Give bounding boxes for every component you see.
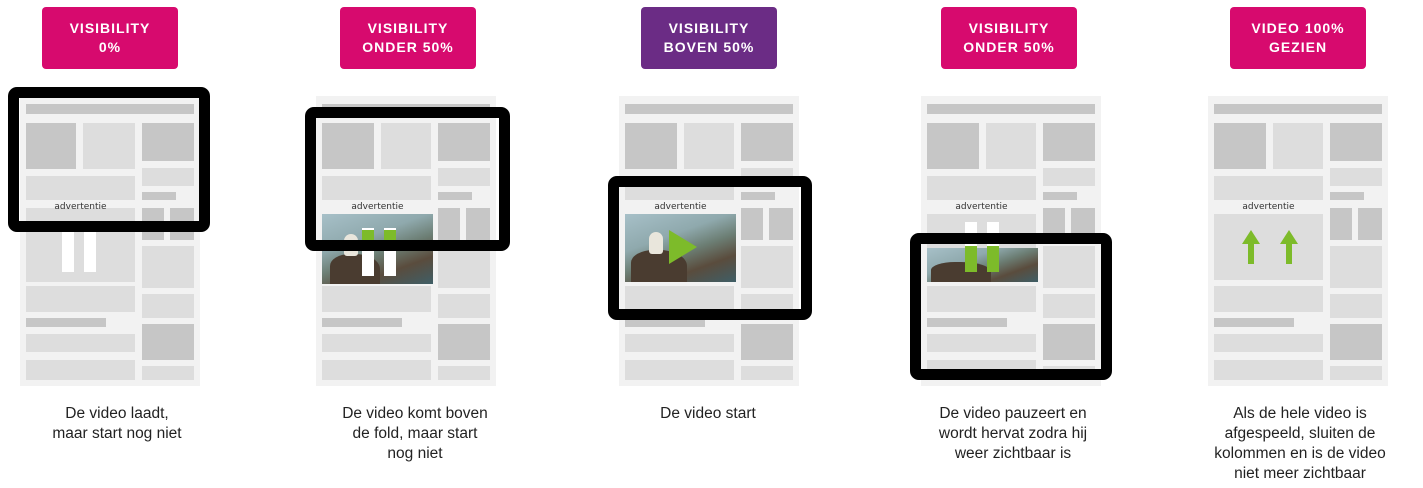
content-block [986,123,1036,169]
header-bar [625,104,793,114]
viewport-frame [910,233,1112,380]
caption-line: De video komt boven [342,405,488,422]
content-block [1043,192,1077,200]
content-block [1273,123,1323,169]
step3-badge: VISIBILITY BOVEN 50% [641,7,777,69]
content-block [741,324,793,360]
content-block [142,294,194,318]
content-block [142,366,194,380]
pause-icon-bar [84,228,96,272]
step2-badge: VISIBILITY ONDER 50% [340,7,476,69]
content-block [322,334,431,352]
content-block [1330,168,1382,186]
content-block [625,123,677,169]
arrow-up-icon [1280,230,1298,264]
content-block [142,246,194,288]
step3-badge-line1: VISIBILITY [668,20,750,36]
content-block [1214,360,1323,380]
step1-badge-line1: VISIBILITY [69,20,151,36]
step5-caption: Als de hele video is afgespeeld, sluiten… [1185,404,1415,484]
caption-line: wordt hervat zodra hij [938,425,1088,442]
caption-line: De video start [660,405,756,422]
header-bar [927,104,1095,114]
caption-line: Als de hele video is [1233,405,1367,422]
content-block [26,360,135,380]
caption-line: De video pauzeert en [939,405,1087,422]
step5-badge-line2: GEZIEN [1268,39,1328,55]
content-block [1330,366,1382,380]
step5-badge-line1: VIDEO 100% [1251,20,1345,36]
content-block [1043,123,1095,161]
content-block [1214,334,1323,352]
content-block [1043,168,1095,186]
content-block [1214,318,1294,327]
caption-line: weer zichtbaar is [954,445,1072,462]
step5-page-mockup: advertentie [1208,96,1388,386]
step2-badge-line2: ONDER 50% [362,39,454,55]
content-block [684,123,734,169]
step2-caption: De video komt boven de fold, maar start … [305,404,525,464]
content-block [1330,246,1382,288]
caption-line: afgespeeld, sluiten de [1224,425,1376,442]
content-block [1330,324,1382,360]
step5-badge: VIDEO 100% GEZIEN [1230,7,1366,69]
content-block [438,324,490,360]
step4-caption: De video pauzeert en wordt hervat zodra … [903,404,1123,464]
viewport-frame [608,176,812,320]
step4-badge-line2: ONDER 50% [963,39,1055,55]
content-block [322,360,431,380]
step3-badge-line2: BOVEN 50% [663,39,755,55]
caption-line: kolommen en is de video [1214,445,1386,462]
viewport-frame [8,87,210,232]
ad-label: advertentie [955,202,1008,212]
caption-line: maar start nog niet [52,425,182,442]
step4-badge-line1: VISIBILITY [968,20,1050,36]
step1-caption: De video laadt, maar start nog niet [7,404,227,444]
caption-line: niet meer zichtbaar [1234,465,1366,482]
step4-badge: VISIBILITY ONDER 50% [941,7,1077,69]
content-block [1214,286,1323,312]
header-bar [1214,104,1382,114]
caption-line: nog niet [387,445,443,462]
step1-badge-line2: 0% [98,39,122,55]
content-block [1330,192,1364,200]
content-block [438,294,490,318]
step1-badge: VISIBILITY 0% [42,7,178,69]
content-block [322,318,402,327]
content-block [142,324,194,360]
ad-slot [1214,214,1323,280]
caption-line: De video laadt, [65,405,169,422]
content-block [1214,123,1266,169]
content-block [741,123,793,161]
content-block [26,334,135,352]
content-block [26,318,106,327]
arrow-up-icon [1242,230,1260,264]
content-block [1358,208,1382,240]
content-block [1214,176,1323,200]
content-block [1330,123,1382,161]
content-block [1330,208,1352,240]
content-block [741,366,793,380]
visibility-steps-diagram: VISIBILITY 0% advertentie De video laadt… [0,0,1423,488]
content-block [322,286,431,312]
step2-badge-line1: VISIBILITY [367,20,449,36]
content-block [927,123,979,169]
step3-caption: De video start [598,404,818,424]
content-block [26,286,135,312]
caption-line: de fold, maar start [352,425,478,442]
content-block [438,246,490,288]
content-block [438,366,490,380]
viewport-frame [305,107,510,251]
pause-icon-bar [62,228,74,272]
content-block [927,176,1036,200]
ad-label: advertentie [1242,202,1295,212]
content-block [625,334,734,352]
content-block [625,360,734,380]
content-block [1330,294,1382,318]
